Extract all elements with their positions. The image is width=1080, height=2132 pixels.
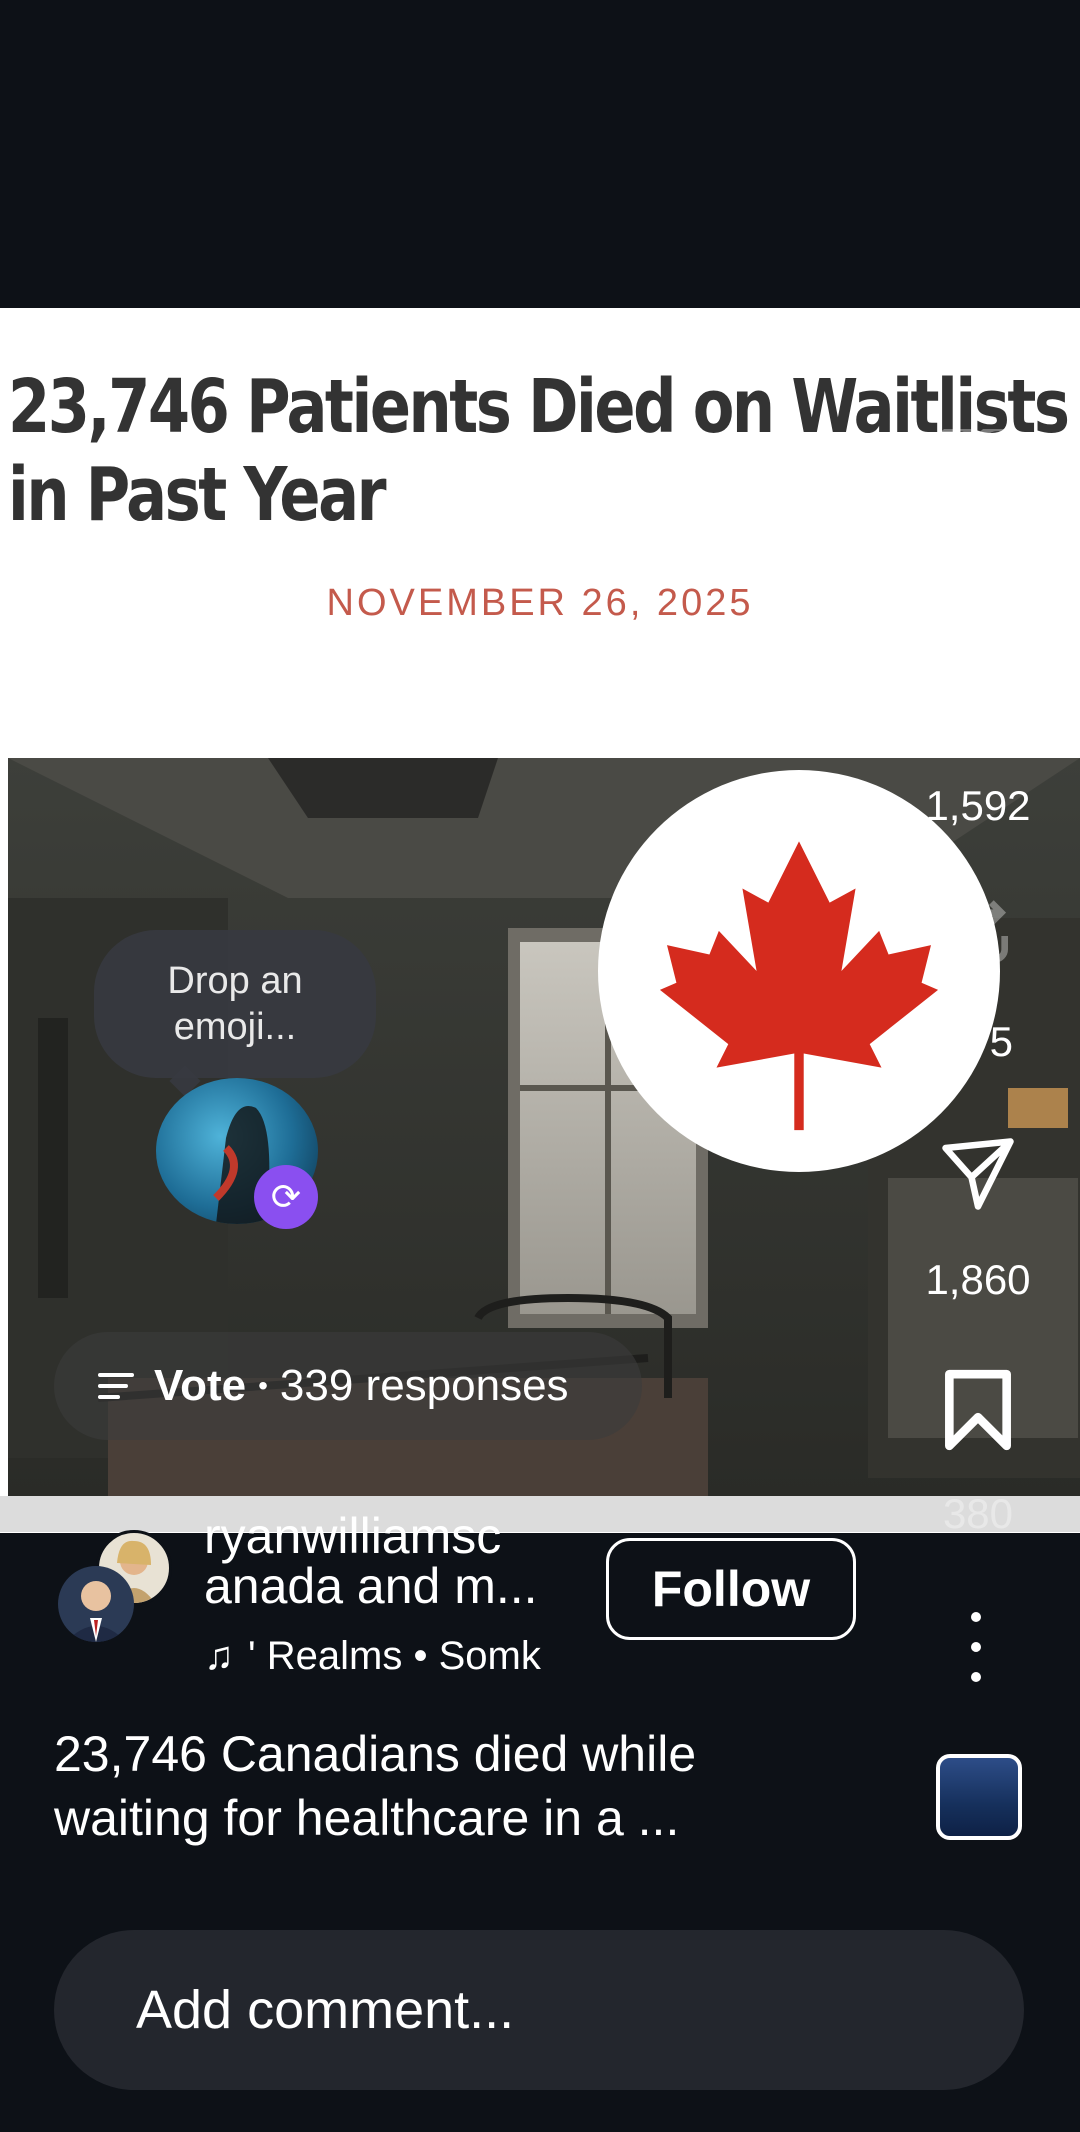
media-thumbnail[interactable] — [936, 1754, 1022, 1840]
music-track[interactable]: ♫ ' Realms • Somk — [204, 1634, 541, 1679]
headline-line-2: in Past Year — [8, 452, 387, 538]
add-comment-input[interactable]: Add comment... — [54, 1930, 1024, 2090]
more-options-button[interactable] — [956, 1612, 996, 1682]
music-note-icon: ♫ — [204, 1634, 234, 1678]
save-count: 380 — [942, 1490, 1014, 1537]
vote-poll-button[interactable]: Vote • 339 responses — [54, 1332, 642, 1440]
caption-line-2: waiting for healthcare in a ... — [54, 1790, 680, 1846]
post-username[interactable]: ryanwilliamsc anada and m... — [204, 1508, 584, 1616]
poll-list-icon — [98, 1366, 134, 1406]
bubble-line-2: emoji... — [173, 1006, 297, 1048]
save-button[interactable] — [930, 1362, 1026, 1458]
caption-line-1: 23,746 Canadians died while — [54, 1726, 697, 1782]
share-button[interactable] — [930, 1126, 1026, 1222]
comment-count: 1,592 — [925, 782, 1031, 829]
heart-icon — [935, 429, 1021, 505]
follow-button[interactable]: Follow — [606, 1538, 856, 1640]
headline-line-1: 23,746 Patients Died on Waitlists — [8, 364, 1070, 450]
send-icon — [942, 1138, 1014, 1210]
repost-count: 275 — [942, 1018, 1014, 1065]
bookmark-icon — [945, 1369, 1011, 1451]
username-line: anada and m... — [204, 1558, 538, 1614]
share-count: 1,860 — [925, 1256, 1031, 1303]
article-headline: 23,746 Patients Died on Waitlists in Pas… — [8, 363, 1070, 539]
repost-badge-icon: ⟳ — [254, 1165, 318, 1229]
comment-button[interactable] — [930, 654, 1026, 750]
maple-leaf-icon — [659, 841, 939, 1131]
like-count: 3,711 — [927, 542, 1029, 589]
bubble-line-1: Drop an — [167, 960, 303, 1002]
more-vertical-icon — [971, 1612, 981, 1622]
drop-emoji-bubble[interactable]: Drop an emoji... — [94, 930, 376, 1078]
vote-separator: • — [258, 1370, 268, 1401]
username-top-line: ryanwilliamsc — [204, 1508, 502, 1564]
repost-button[interactable] — [930, 888, 1026, 984]
music-text: ' Realms • Somk — [248, 1634, 541, 1678]
vote-responses: 339 responses — [279, 1361, 569, 1410]
repost-icon — [948, 900, 1008, 972]
post-caption[interactable]: 23,746 Canadians died while waiting for … — [54, 1722, 894, 1850]
vote-label: Vote — [154, 1361, 247, 1410]
author-avatar[interactable] — [58, 1566, 134, 1642]
like-button[interactable] — [930, 420, 1026, 516]
comment-bubble-icon — [941, 661, 1022, 746]
